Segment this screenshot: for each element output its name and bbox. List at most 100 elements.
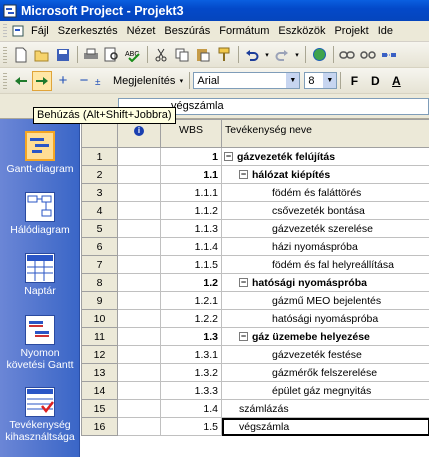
wbs-cell[interactable]: 1.3.2: [160, 363, 222, 382]
row-number[interactable]: 14: [81, 381, 118, 400]
indicator-cell[interactable]: [117, 327, 161, 346]
menu-edit[interactable]: Szerkesztés: [58, 25, 118, 37]
menu-project[interactable]: Projekt: [334, 25, 368, 37]
row-number[interactable]: 12: [81, 345, 118, 364]
wbs-cell[interactable]: 1.1.4: [160, 237, 222, 256]
collapse-toggle-icon[interactable]: −: [239, 278, 248, 288]
menu-insert[interactable]: Beszúrás: [164, 25, 210, 37]
toolbar-grip[interactable]: [3, 72, 7, 89]
menu-format[interactable]: Formátum: [219, 25, 269, 37]
open-icon[interactable]: [32, 45, 52, 65]
task-name-cell[interactable]: − hatósági nyomáspróba: [221, 273, 429, 292]
table-row[interactable]: 15 1.4 számlázás: [81, 399, 429, 418]
collapse-toggle-icon[interactable]: −: [239, 170, 248, 180]
font-name-select[interactable]: Arial ▼: [193, 72, 301, 89]
print-icon[interactable]: [81, 45, 101, 65]
collapse-toggle-icon[interactable]: −: [239, 332, 248, 342]
row-number[interactable]: 1: [81, 147, 118, 166]
task-name-cell[interactable]: − gáz üzemebe helyezése: [221, 327, 429, 346]
table-row[interactable]: 9 1.2.1 gázmű MEO bejelentés: [81, 291, 429, 310]
row-number[interactable]: 9: [81, 291, 118, 310]
indicator-cell[interactable]: [117, 219, 161, 238]
new-icon[interactable]: [11, 45, 31, 65]
print-preview-icon[interactable]: [102, 45, 122, 65]
indicator-cell[interactable]: [117, 381, 161, 400]
cut-icon[interactable]: [151, 45, 171, 65]
wbs-cell[interactable]: 1.2: [160, 273, 222, 292]
task-name-cell[interactable]: épület gáz megnyitás: [221, 381, 429, 400]
link-tasks-icon[interactable]: [337, 45, 357, 65]
wbs-cell[interactable]: 1.1.2: [160, 201, 222, 220]
table-row[interactable]: 11 1.3− gáz üzemebe helyezése: [81, 327, 429, 346]
indicator-cell[interactable]: [117, 291, 161, 310]
indicator-cell[interactable]: [117, 183, 161, 202]
row-number[interactable]: 10: [81, 309, 118, 328]
underline-button[interactable]: A: [386, 71, 406, 91]
table-row[interactable]: 7 1.1.5 födém és fal helyreállítása: [81, 255, 429, 274]
menu-grip[interactable]: [3, 24, 7, 38]
table-row[interactable]: 16 1.5 végszámla: [81, 417, 429, 436]
display-dropdown-arrow-icon[interactable]: ▾: [177, 71, 185, 91]
row-number[interactable]: 16: [81, 417, 118, 436]
indent-icon[interactable]: [32, 70, 52, 91]
italic-button[interactable]: D: [365, 71, 385, 91]
format-painter-icon[interactable]: [214, 45, 234, 65]
wbs-cell[interactable]: 1.4: [160, 399, 222, 418]
table-row[interactable]: 1 1− gázvezeték felújítás: [81, 147, 429, 166]
row-number[interactable]: 6: [81, 237, 118, 256]
indicator-cell[interactable]: [117, 417, 161, 436]
wbs-cell[interactable]: 1.3.3: [160, 381, 222, 400]
row-number[interactable]: 2: [81, 165, 118, 184]
task-name-cell[interactable]: számlázás: [221, 399, 429, 418]
row-number[interactable]: 4: [81, 201, 118, 220]
task-name-cell[interactable]: gázvezeték szerelése: [221, 219, 429, 238]
save-icon[interactable]: [53, 45, 73, 65]
row-number[interactable]: 15: [81, 399, 118, 418]
wbs-cell[interactable]: 1.2.1: [160, 291, 222, 310]
task-name-cell[interactable]: gázmű MEO bejelentés: [221, 291, 429, 310]
row-number[interactable]: 13: [81, 363, 118, 382]
task-name-cell[interactable]: födém és fal helyreállítása: [221, 255, 429, 274]
task-name-cell[interactable]: hatósági nyomáspróba: [221, 309, 429, 328]
wbs-cell[interactable]: 1: [160, 147, 222, 166]
spelling-icon[interactable]: ABC: [123, 45, 143, 65]
wbs-cell[interactable]: 1.3.1: [160, 345, 222, 364]
table-row[interactable]: 4 1.1.2 csővezeték bontása: [81, 201, 429, 220]
wbs-cell[interactable]: 1.5: [160, 417, 222, 436]
wbs-cell[interactable]: 1.1.1: [160, 183, 222, 202]
row-number[interactable]: 8: [81, 273, 118, 292]
table-row[interactable]: 13 1.3.2 gázmérők felszerelése: [81, 363, 429, 382]
indicator-cell[interactable]: [117, 237, 161, 256]
indicator-cell[interactable]: [117, 309, 161, 328]
menu-window[interactable]: Ide: [378, 25, 393, 37]
row-number[interactable]: 3: [81, 183, 118, 202]
task-name-cell[interactable]: csővezeték bontása: [221, 201, 429, 220]
project-app-icon[interactable]: [3, 4, 17, 18]
view-task-usage[interactable]: Tevékenység kihasználtsága: [0, 387, 80, 443]
table-row[interactable]: 8 1.2− hatósági nyomáspróba: [81, 273, 429, 292]
task-name-cell[interactable]: − gázvezeték felújítás: [221, 147, 429, 166]
redo-icon[interactable]: [272, 45, 292, 65]
chevron-down-icon[interactable]: ▼: [323, 73, 337, 88]
indicator-cell[interactable]: [117, 255, 161, 274]
wbs-cell[interactable]: 1.1.3: [160, 219, 222, 238]
paste-icon[interactable]: [193, 45, 213, 65]
wbs-cell[interactable]: 1.2.2: [160, 309, 222, 328]
table-row[interactable]: 6 1.1.4 házi nyomáspróba: [81, 237, 429, 256]
task-name-cell[interactable]: födém és faláttörés: [221, 183, 429, 202]
row-number[interactable]: 5: [81, 219, 118, 238]
table-row[interactable]: 12 1.3.1 gázvezeték festése: [81, 345, 429, 364]
task-name-cell[interactable]: − hálózat kiépítés: [221, 165, 429, 184]
collapse-toggle-icon[interactable]: −: [224, 152, 233, 162]
task-name-cell[interactable]: gázvezeték festése: [221, 345, 429, 364]
task-name-cell[interactable]: házi nyomáspróba: [221, 237, 429, 256]
indicator-cell[interactable]: [117, 201, 161, 220]
table-row[interactable]: 10 1.2.2 hatósági nyomáspróba: [81, 309, 429, 328]
internet-icon[interactable]: [309, 45, 329, 65]
show-subtasks-icon[interactable]: +: [53, 71, 73, 91]
table-row[interactable]: 3 1.1.1 födém és faláttörés: [81, 183, 429, 202]
chevron-down-icon[interactable]: ▼: [286, 73, 300, 88]
table-row[interactable]: 2 1.1− hálózat kiépítés: [81, 165, 429, 184]
hide-subtasks-icon[interactable]: −: [74, 71, 94, 91]
show-all-subtasks-icon[interactable]: ±: [95, 71, 109, 91]
